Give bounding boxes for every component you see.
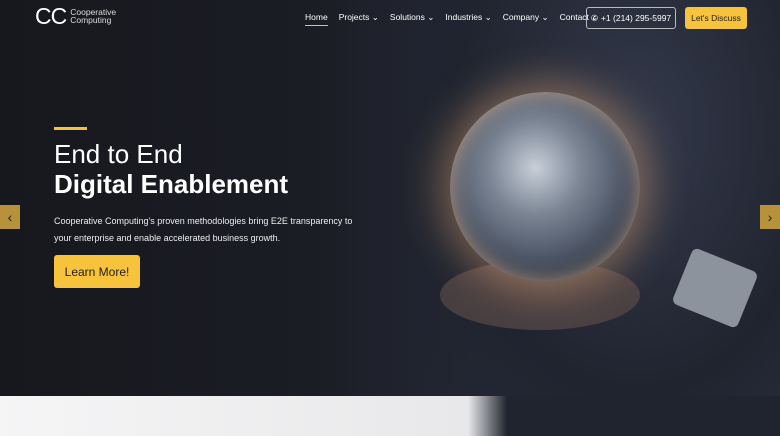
- phone-icon: ✆: [590, 12, 598, 23]
- site-header: CC Cooperative Computing Home Projects ⌄ …: [0, 0, 780, 36]
- hero-image-globe: [450, 92, 640, 282]
- chevron-down-icon: ⌄: [541, 12, 549, 22]
- chevron-down-icon: ⌄: [371, 12, 379, 22]
- hero-title: End to End Digital Enablement: [54, 139, 289, 199]
- main-nav: Home Projects ⌄ Solutions ⌄ Industries ⌄…: [305, 12, 598, 26]
- logo-text: Cooperative Computing: [70, 7, 117, 25]
- nav-industries[interactable]: Industries ⌄: [445, 12, 491, 26]
- logo[interactable]: CC Cooperative Computing: [35, 3, 117, 29]
- nav-company[interactable]: Company ⌄: [503, 12, 549, 26]
- logo-mark: CC: [35, 3, 67, 29]
- chevron-left-icon: ‹: [7, 209, 13, 225]
- carousel-prev-button[interactable]: ‹: [0, 205, 20, 229]
- chevron-down-icon: ⌄: [484, 12, 492, 22]
- learn-more-button[interactable]: Learn More!: [54, 255, 140, 288]
- nav-projects[interactable]: Projects ⌄: [339, 12, 379, 26]
- hero-description: Cooperative Computing's proven methodolo…: [54, 216, 353, 243]
- phone-button[interactable]: ✆ +1 (214) 295-5997: [586, 7, 676, 29]
- bottom-hex-strip: [0, 396, 780, 436]
- carousel-next-button[interactable]: ›: [760, 205, 780, 229]
- nav-solutions[interactable]: Solutions ⌄: [390, 12, 434, 26]
- chevron-down-icon: ⌄: [427, 12, 435, 22]
- lets-discuss-button[interactable]: Let's Discuss: [685, 7, 747, 29]
- accent-bar: [54, 127, 87, 130]
- nav-home[interactable]: Home: [305, 12, 328, 26]
- chevron-right-icon: ›: [767, 209, 773, 225]
